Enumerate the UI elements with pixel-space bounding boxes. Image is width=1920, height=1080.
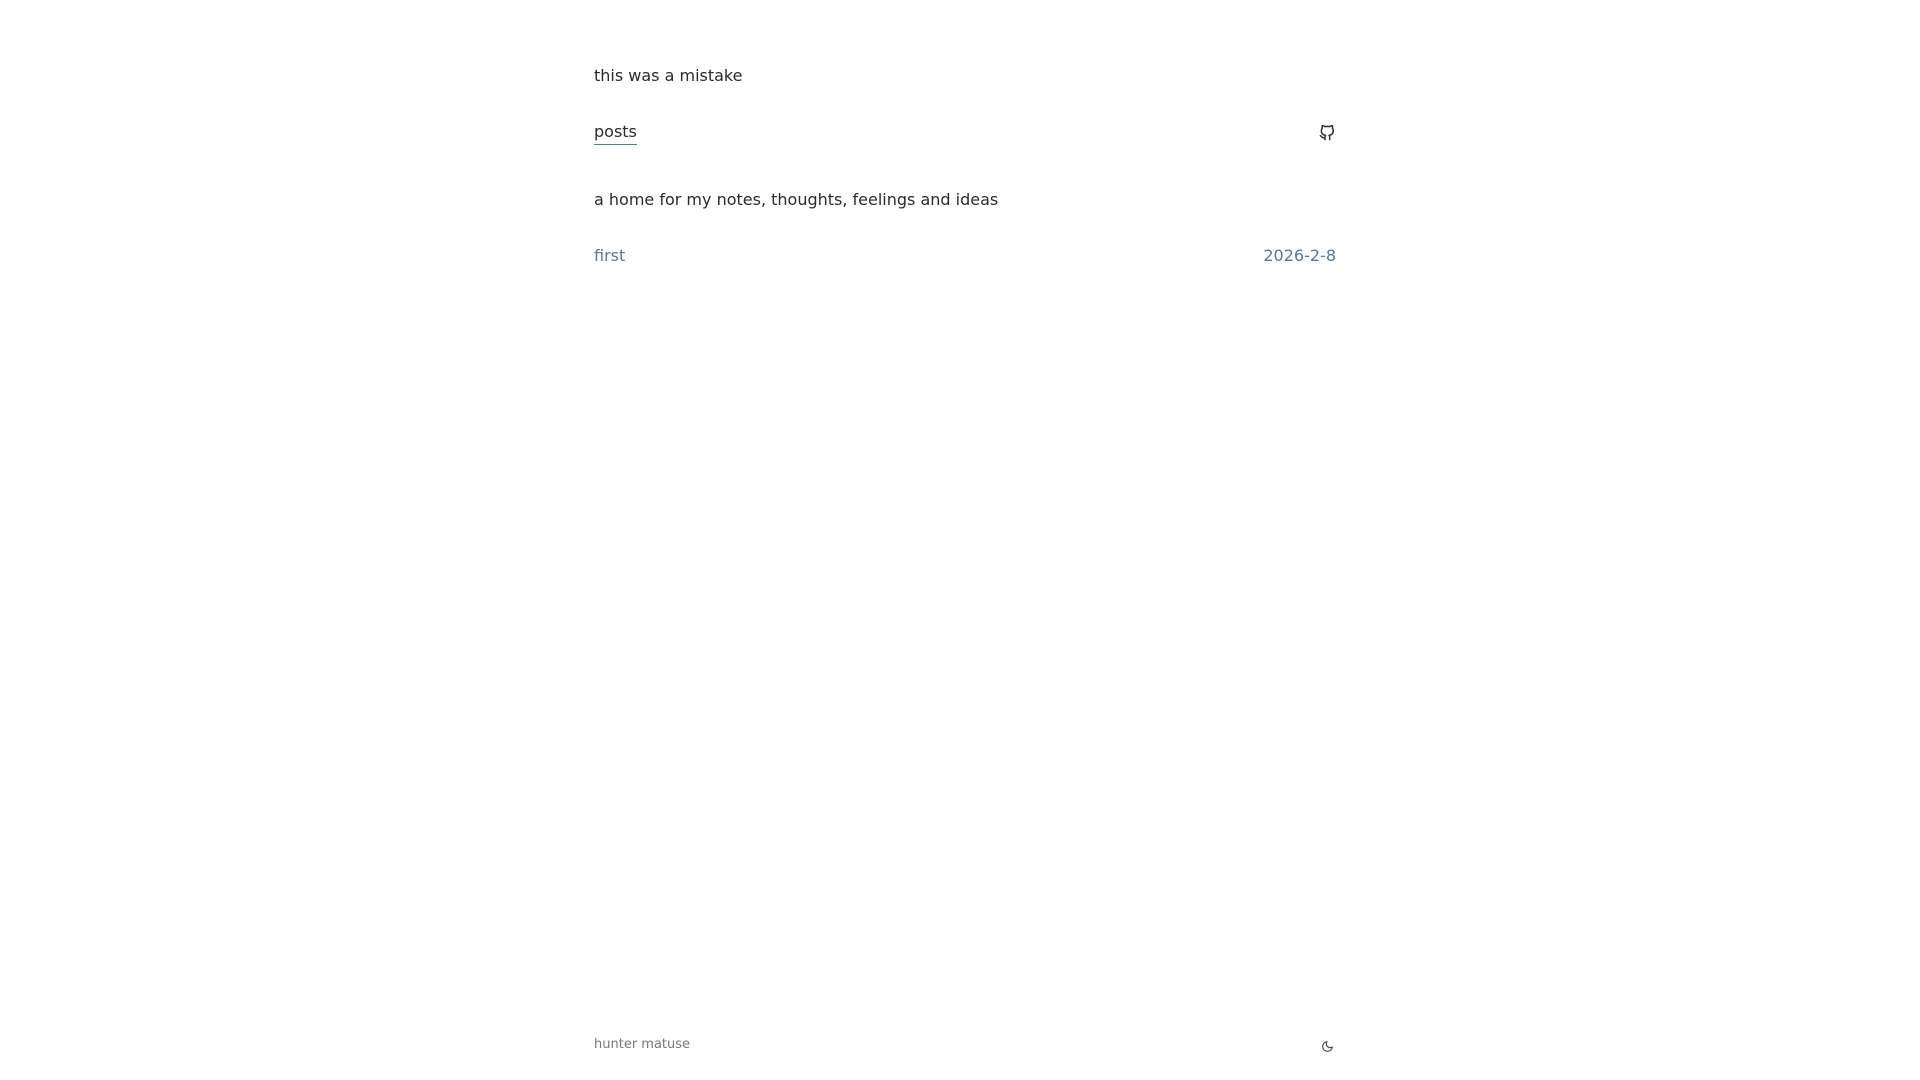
post-list: first 2026-2-8 [594, 245, 1336, 267]
github-link[interactable] [1318, 124, 1336, 142]
moon-icon [1322, 1040, 1333, 1052]
post-list-item: first 2026-2-8 [594, 245, 1336, 267]
site-title[interactable]: this was a mistake [594, 65, 742, 87]
site-footer: hunter matuse [594, 1036, 1336, 1056]
page-container: this was a mistake posts a home for my n… [594, 0, 1336, 1080]
post-title-link[interactable]: first [594, 245, 625, 267]
nav-posts-link[interactable]: posts [594, 122, 637, 145]
footer-author: hunter matuse [594, 1037, 691, 1052]
site-tagline: a home for my notes, thoughts, feelings … [594, 190, 999, 209]
github-icon [1319, 125, 1335, 141]
theme-toggle-button[interactable] [1320, 1038, 1336, 1054]
post-date: 2026-2-8 [1263, 246, 1336, 265]
main-nav: posts [594, 120, 1336, 148]
